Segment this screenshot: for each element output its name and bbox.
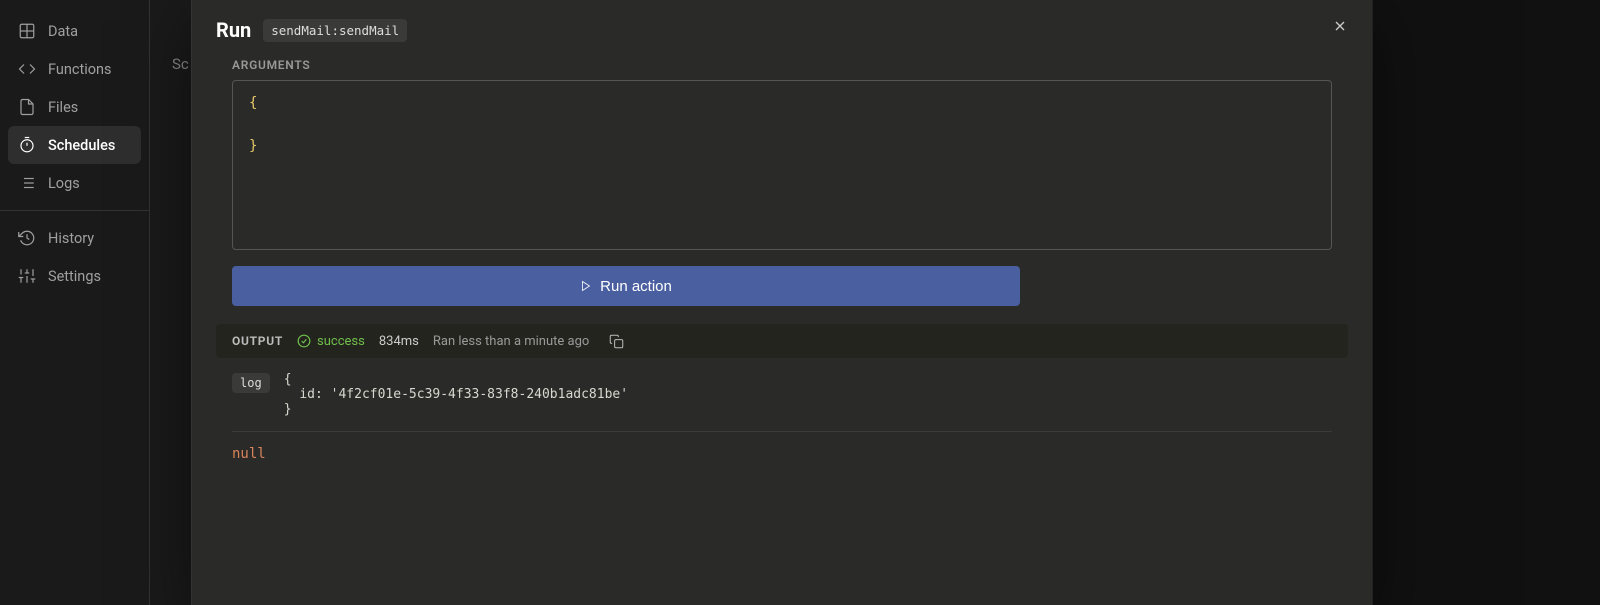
modal-title: Run	[216, 18, 251, 42]
sidebar-item-settings[interactable]: Settings	[8, 257, 141, 295]
grid-icon	[18, 22, 36, 40]
function-badge: sendMail:sendMail	[263, 19, 407, 42]
sliders-icon	[18, 267, 36, 285]
sidebar-item-data[interactable]: Data	[8, 12, 141, 50]
status-success: success	[297, 334, 365, 349]
run-action-button[interactable]: Run action	[232, 266, 1020, 306]
arguments-section: ARGUMENTS { }	[192, 48, 1372, 250]
copy-icon	[609, 334, 624, 349]
file-icon	[18, 98, 36, 116]
result-section: null	[232, 446, 1332, 462]
stopwatch-icon	[18, 136, 36, 154]
log-badge: log	[232, 373, 270, 393]
code-icon	[18, 60, 36, 78]
copy-button[interactable]	[603, 328, 629, 354]
sidebar-item-schedules[interactable]: Schedules	[8, 126, 141, 164]
check-circle-icon	[297, 334, 311, 348]
sidebar: Data Functions Files Schedules	[0, 0, 150, 605]
sidebar-item-label: Settings	[48, 268, 101, 285]
sidebar-item-label: Schedules	[48, 137, 115, 154]
arguments-label: ARGUMENTS	[232, 58, 1332, 72]
run-modal: Run sendMail:sendMail ARGUMENTS { } Run …	[192, 0, 1372, 605]
duration-text: 834ms	[379, 334, 419, 349]
result-value: null	[232, 446, 266, 462]
status-text: success	[317, 334, 365, 349]
overlay-dim[interactable]	[1372, 0, 1600, 605]
timestamp-text: Ran less than a minute ago	[433, 334, 589, 349]
output-label: OUTPUT	[232, 334, 283, 348]
background-content: Sc Run sendMail:sendMail ARGUMENTS { } R…	[150, 0, 1600, 605]
log-entry: log { id: '4f2cf01e-5c39-4f33-83f8-240b1…	[232, 372, 1332, 432]
sidebar-divider	[0, 210, 149, 211]
run-button-label: Run action	[600, 278, 672, 295]
play-icon	[580, 280, 592, 292]
output-bar: OUTPUT success 834ms Ran less than a min…	[216, 324, 1348, 358]
sidebar-item-functions[interactable]: Functions	[8, 50, 141, 88]
sidebar-item-label: Files	[48, 99, 78, 116]
log-body: { id: '4f2cf01e-5c39-4f33-83f8-240b1adc8…	[284, 372, 628, 417]
sidebar-item-files[interactable]: Files	[8, 88, 141, 126]
close-icon[interactable]	[1330, 16, 1350, 36]
sidebar-item-label: History	[48, 230, 94, 247]
list-icon	[18, 174, 36, 192]
modal-overlay: Run sendMail:sendMail ARGUMENTS { } Run …	[150, 0, 1600, 605]
sidebar-item-label: Data	[48, 23, 78, 40]
sidebar-item-label: Functions	[48, 61, 111, 78]
history-icon	[18, 229, 36, 247]
arguments-input[interactable]: { }	[232, 80, 1332, 250]
sidebar-item-logs[interactable]: Logs	[8, 164, 141, 202]
sidebar-item-label: Logs	[48, 175, 80, 192]
sidebar-item-history[interactable]: History	[8, 219, 141, 257]
modal-header: Run sendMail:sendMail	[192, 0, 1372, 48]
